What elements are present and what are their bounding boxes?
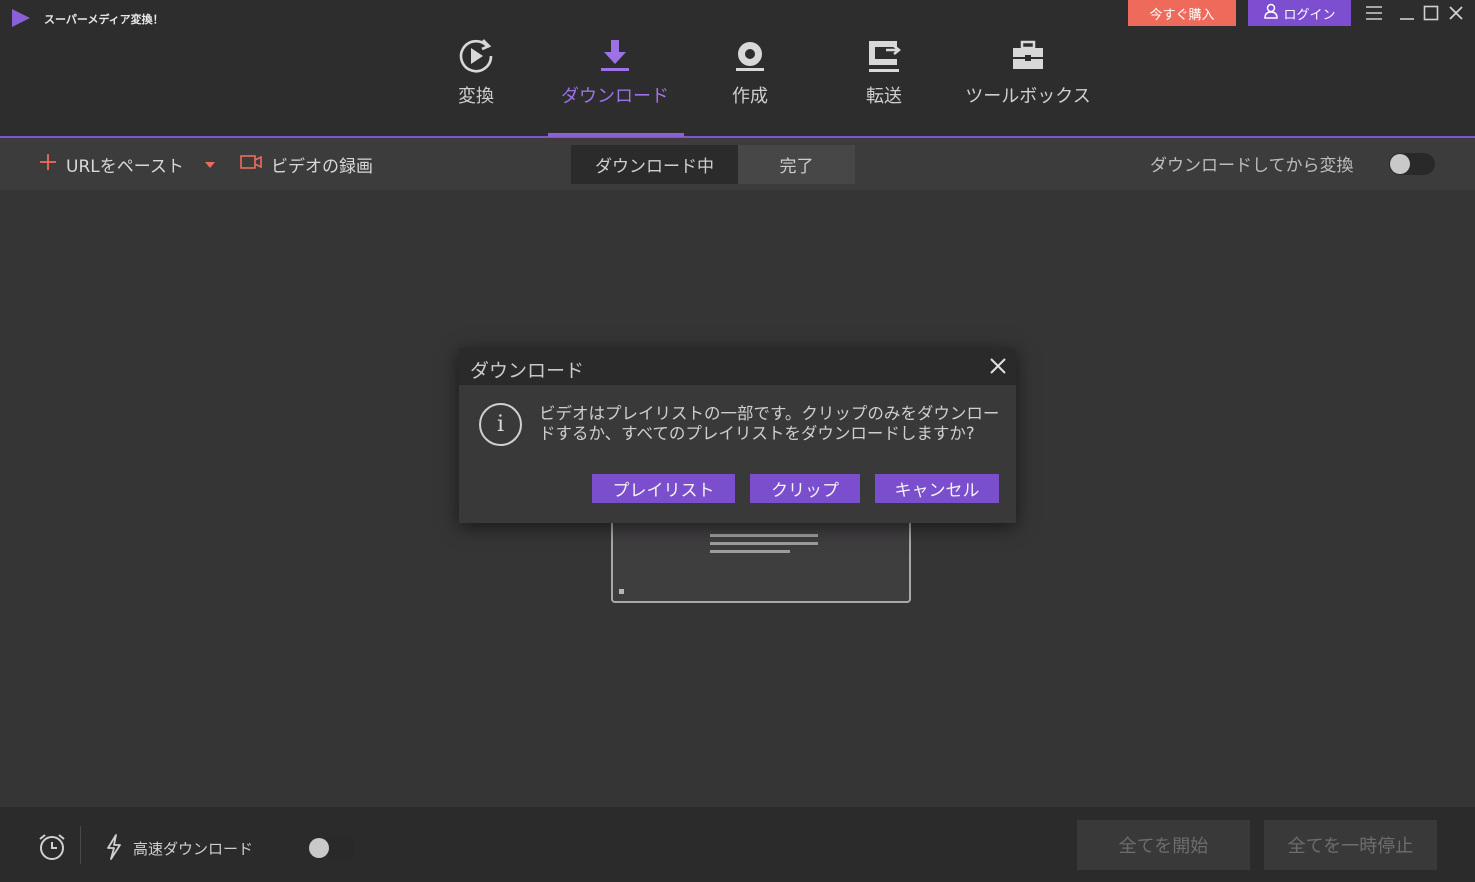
- paste-url-button[interactable]: URLをペースト: [38, 150, 216, 178]
- tab-toolbox[interactable]: ツールボックス: [958, 36, 1098, 136]
- menu-icon[interactable]: [1364, 3, 1384, 23]
- download-playlist-button[interactable]: プレイリスト: [592, 474, 735, 503]
- convert-icon: [456, 36, 496, 76]
- toolbox-icon: [1008, 36, 1048, 76]
- empty-state-illustration: [611, 510, 911, 603]
- toggle-knob: [309, 838, 329, 858]
- dialog-title: ダウンロード: [470, 360, 585, 382]
- illustration-line: [710, 534, 818, 537]
- app-logo-icon: [12, 9, 30, 27]
- user-icon: [1263, 3, 1279, 23]
- dialog-message: ビデオはプレイリストの一部です。クリップのみをダウンロードするか、すべてのプレイ…: [539, 404, 1000, 443]
- cancel-button[interactable]: キャンセル: [875, 474, 999, 503]
- alarm-clock-icon[interactable]: [37, 832, 67, 866]
- video-camera-icon: [240, 154, 262, 175]
- download-clip-button[interactable]: クリップ: [750, 474, 860, 503]
- start-all-button[interactable]: 全てを開始: [1077, 820, 1250, 870]
- close-window-icon[interactable]: [1446, 3, 1466, 23]
- pause-all-button[interactable]: 全てを一時停止: [1264, 820, 1437, 870]
- illustration-dot: [619, 589, 624, 594]
- tab-convert-label: 変換: [458, 86, 494, 107]
- tab-burn-label: 作成: [732, 86, 768, 107]
- tab-transfer[interactable]: 転送: [854, 36, 914, 136]
- lightning-icon: [105, 834, 123, 864]
- buy-now-label: 今すぐ購入: [1149, 7, 1215, 23]
- chevron-down-icon[interactable]: [204, 154, 216, 174]
- app-title: スーパーメディア変換！: [44, 13, 164, 26]
- fast-download-label: 高速ダウンロード: [133, 840, 254, 858]
- download-status-segmented-control: ダウンロード中 完了: [571, 145, 855, 184]
- tab-download-label: ダウンロード: [561, 86, 669, 107]
- tab-convert[interactable]: 変換: [446, 36, 506, 136]
- segment-finished[interactable]: 完了: [738, 145, 855, 184]
- toggle-knob: [1390, 154, 1410, 174]
- convert-after-download-label: ダウンロードしてから変換: [1150, 156, 1354, 176]
- paste-url-label: URLをペースト: [66, 156, 184, 177]
- buy-now-button[interactable]: 今すぐ購入: [1128, 0, 1236, 26]
- tab-download[interactable]: ダウンロード: [555, 36, 675, 136]
- login-label: ログイン: [1283, 7, 1336, 23]
- burn-disc-icon: [730, 36, 770, 76]
- login-button[interactable]: ログイン: [1248, 0, 1351, 26]
- tab-toolbox-label: ツールボックス: [965, 86, 1091, 107]
- transfer-icon: [864, 36, 904, 76]
- bottom-divider: [80, 826, 81, 864]
- segment-downloading[interactable]: ダウンロード中: [571, 145, 738, 184]
- maximize-icon[interactable]: [1421, 3, 1441, 23]
- tab-burn[interactable]: 作成: [720, 36, 780, 136]
- plus-icon: [38, 152, 58, 177]
- minimize-icon[interactable]: [1397, 3, 1417, 23]
- record-video-button[interactable]: ビデオの録画: [240, 150, 373, 178]
- download-icon: [595, 36, 635, 76]
- illustration-line: [710, 542, 818, 545]
- convert-after-download-toggle[interactable]: [1389, 153, 1435, 175]
- dialog-close-icon[interactable]: [984, 352, 1012, 380]
- active-tab-indicator: [548, 133, 684, 137]
- illustration-line: [710, 550, 790, 553]
- tab-transfer-label: 転送: [866, 86, 902, 107]
- info-icon: i: [479, 403, 522, 446]
- fast-download-toggle[interactable]: [308, 837, 355, 859]
- download-playlist-dialog: ダウンロード i ビデオはプレイリストの一部です。クリップのみをダウンロードする…: [459, 348, 1016, 523]
- record-video-label: ビデオの録画: [271, 156, 373, 177]
